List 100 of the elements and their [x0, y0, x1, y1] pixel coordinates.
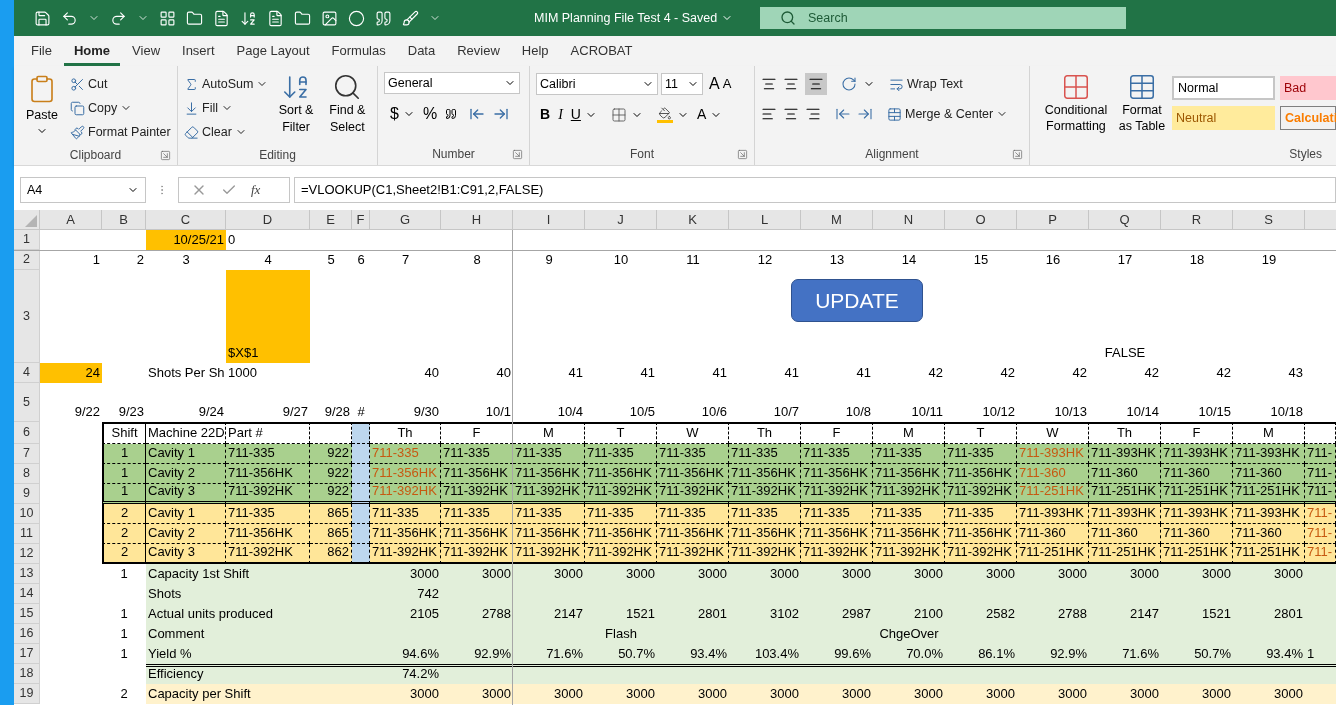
column-header[interactable]: G	[370, 210, 441, 229]
row-header[interactable]: 13	[14, 564, 40, 584]
menu-tab[interactable]: Data	[397, 38, 446, 66]
column-header[interactable]: Q	[1089, 210, 1161, 229]
column-header[interactable]: I	[513, 210, 585, 229]
column-header[interactable]: H	[441, 210, 513, 229]
dialog-launcher-icon[interactable]	[1012, 149, 1023, 160]
row-header[interactable]: 19	[14, 684, 40, 704]
form-icon[interactable]	[267, 9, 284, 27]
row-header[interactable]: 4	[14, 363, 40, 383]
percent-button[interactable]: %	[422, 102, 438, 126]
column-header[interactable]: A	[40, 210, 102, 229]
currency-button[interactable]: $	[390, 102, 399, 126]
menu-tab[interactable]: Formulas	[321, 38, 396, 66]
column-header[interactable]: E	[310, 210, 352, 229]
autosum-button[interactable]: AutoSum	[184, 72, 269, 96]
formula-field[interactable]: =VLOOKUP(C1,Sheet2!B1:C91,2,FALSE)	[294, 177, 1336, 203]
align-bottom-icon[interactable]	[805, 73, 827, 95]
cell-style-option[interactable]: Normal	[1172, 76, 1275, 100]
fill-color-icon[interactable]	[656, 106, 673, 123]
column-header[interactable]: F	[352, 210, 370, 229]
sort-icon[interactable]	[240, 9, 257, 27]
cell-style-option[interactable]: Bad	[1280, 76, 1336, 100]
conditional-formatting-button[interactable]: Conditional Formatting	[1040, 72, 1112, 134]
dialog-launcher-icon[interactable]	[737, 149, 748, 160]
font-size-dropdown[interactable]: 11	[661, 73, 703, 95]
cell-style-option[interactable]: Neutral	[1172, 106, 1275, 130]
undo-icon[interactable]	[61, 9, 78, 27]
column-header[interactable]: P	[1017, 210, 1089, 229]
row-header[interactable]: 2	[14, 250, 40, 270]
align-top-icon[interactable]	[761, 76, 777, 92]
name-box[interactable]: A4	[20, 177, 146, 203]
column-header[interactable]: L	[729, 210, 801, 229]
row-header[interactable]: 8	[14, 464, 40, 484]
align-left-icon[interactable]	[761, 106, 777, 122]
column-header[interactable]: N	[873, 210, 945, 229]
grid-icon[interactable]	[159, 9, 176, 27]
row-header[interactable]: 5	[14, 383, 40, 422]
row-header[interactable]: 16	[14, 624, 40, 644]
borders-icon[interactable]	[610, 106, 627, 123]
copy-button[interactable]: Copy	[70, 96, 171, 120]
column-header[interactable]: O	[945, 210, 1017, 229]
update-button[interactable]: UPDATE	[791, 279, 923, 322]
dialog-launcher-icon[interactable]	[512, 149, 523, 160]
menu-tab[interactable]: File	[21, 38, 62, 66]
row-header[interactable]: 7	[14, 444, 40, 464]
paste-button[interactable]: Paste	[20, 72, 64, 137]
align-middle-icon[interactable]	[783, 76, 799, 92]
row-header[interactable]: 10	[14, 504, 40, 524]
format-as-table-button[interactable]: Format as Table	[1115, 72, 1168, 134]
row-header[interactable]: 6	[14, 422, 40, 444]
bold-button[interactable]: B	[540, 104, 551, 125]
decrease-indent-icon[interactable]	[835, 106, 851, 122]
align-right-icon[interactable]	[805, 106, 821, 122]
menu-tab[interactable]: Page Layout	[226, 38, 320, 66]
function-button[interactable]: fx	[251, 180, 261, 200]
decrease-decimal-icon[interactable]	[469, 106, 486, 122]
column-header[interactable]: C	[146, 210, 226, 229]
row-header[interactable]: 18	[14, 664, 40, 684]
orientation-icon[interactable]	[841, 76, 857, 92]
font-color-button[interactable]: A	[696, 104, 707, 125]
circle-icon[interactable]	[348, 9, 365, 27]
row-header[interactable]: 1	[14, 230, 40, 250]
search-bar[interactable]: Search	[760, 7, 1126, 29]
find-select-button[interactable]: Find & Select	[323, 72, 371, 136]
merge-center-button[interactable]: Merge & Center	[887, 102, 1009, 126]
column-header[interactable]: D	[226, 210, 310, 229]
row-header[interactable]: 15	[14, 604, 40, 624]
increase-decimal-icon[interactable]	[493, 106, 510, 122]
search-field[interactable]: Search	[808, 8, 1108, 28]
number-format-dropdown[interactable]: General	[384, 72, 520, 94]
grow-font-button[interactable]: A	[709, 72, 720, 96]
image-icon[interactable]	[321, 9, 338, 27]
folder-icon[interactable]	[294, 9, 311, 27]
cut-button[interactable]: Cut	[70, 72, 171, 96]
menu-tab[interactable]: Review	[447, 38, 510, 66]
quote-icon[interactable]	[375, 9, 392, 27]
underline-button[interactable]: U	[570, 104, 581, 125]
column-header[interactable]: J	[585, 210, 657, 229]
italic-button[interactable]: I	[558, 104, 563, 125]
save-icon[interactable]	[34, 9, 51, 27]
row-header[interactable]: 9	[14, 484, 40, 504]
fill-button[interactable]: Fill	[184, 96, 269, 120]
row-header[interactable]: 14	[14, 584, 40, 604]
column-header[interactable]: B	[102, 210, 146, 229]
form-icon[interactable]	[213, 9, 230, 27]
font-family-dropdown[interactable]: Calibri	[536, 73, 658, 95]
align-center-icon[interactable]	[783, 106, 799, 122]
comma-icon[interactable]	[445, 108, 458, 120]
sort-filter-button[interactable]: Sort & Filter	[274, 72, 318, 136]
menu-tab[interactable]: Help	[511, 38, 559, 66]
row-header[interactable]: 12	[14, 544, 40, 564]
brush-icon[interactable]	[402, 9, 419, 27]
column-header[interactable]: M	[801, 210, 873, 229]
menu-tab[interactable]: ACROBAT	[560, 38, 643, 66]
row-header[interactable]: 17	[14, 644, 40, 664]
folder-icon[interactable]	[186, 9, 203, 27]
row-header[interactable]: 11	[14, 524, 40, 544]
wrap-text-button[interactable]: Wrap Text	[889, 72, 963, 96]
redo-icon[interactable]	[110, 9, 127, 27]
